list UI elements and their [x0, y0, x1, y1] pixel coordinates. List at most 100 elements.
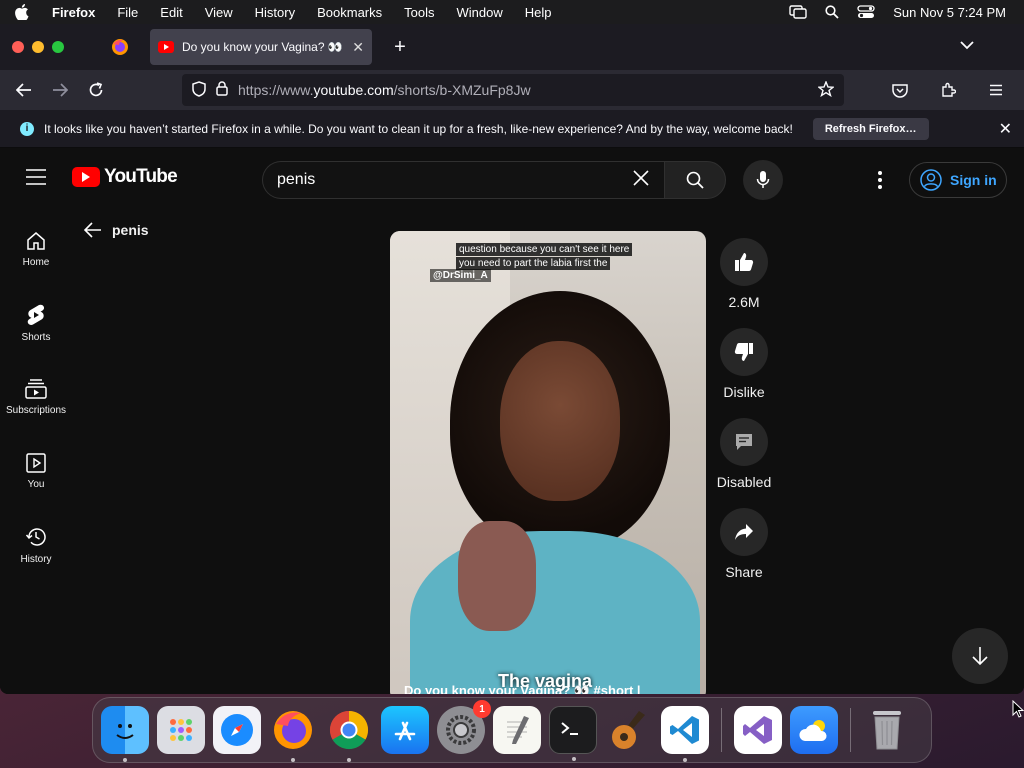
- firefox-view-icon[interactable]: [102, 29, 138, 65]
- dock-garageband-icon[interactable]: [605, 706, 653, 754]
- settings-more-icon[interactable]: [868, 168, 892, 192]
- dock-trash-icon[interactable]: [863, 706, 911, 754]
- url-bar[interactable]: https://www.youtube.com/shorts/b-XMZuFp8…: [182, 74, 844, 106]
- menu-bookmarks[interactable]: Bookmarks: [306, 5, 393, 20]
- running-indicator: [123, 758, 127, 762]
- search-button[interactable]: [664, 161, 726, 199]
- back-to-search-button[interactable]: penis: [84, 222, 149, 238]
- zoom-window-button[interactable]: [52, 41, 64, 53]
- menu-tools[interactable]: Tools: [393, 5, 445, 20]
- sign-in-button[interactable]: Sign in: [909, 162, 1007, 198]
- refresh-firefox-button[interactable]: Refresh Firefox…: [812, 117, 929, 140]
- clear-search-icon[interactable]: [632, 169, 650, 192]
- menu-history[interactable]: History: [244, 5, 306, 20]
- arrow-down-icon: [972, 647, 988, 666]
- forward-button[interactable]: [42, 74, 78, 106]
- dock-visual-studio-icon[interactable]: [734, 706, 782, 754]
- back-button[interactable]: [6, 74, 42, 106]
- minimize-window-button[interactable]: [32, 41, 44, 53]
- close-window-button[interactable]: [12, 41, 24, 53]
- macos-menu-bar: Firefox File Edit View History Bookmarks…: [0, 0, 1024, 24]
- url-domain: youtube.com: [313, 82, 394, 98]
- spotlight-search-icon[interactable]: [825, 5, 839, 19]
- dock-app-store-icon[interactable]: [381, 706, 429, 754]
- guide-label: Shorts: [21, 331, 51, 343]
- new-tab-button[interactable]: +: [386, 36, 414, 59]
- guide-item-you[interactable]: You: [0, 434, 72, 508]
- search-icon: [686, 171, 704, 189]
- pocket-icon[interactable]: [882, 74, 918, 106]
- notification-badge: 1: [473, 700, 491, 718]
- menu-edit[interactable]: Edit: [149, 5, 193, 20]
- reload-button[interactable]: [78, 74, 114, 106]
- guide-item-history[interactable]: History: [0, 508, 72, 582]
- tab-active[interactable]: Do you know your Vagina? 👀 # ✕: [150, 29, 372, 65]
- bookmark-star-icon[interactable]: [817, 79, 835, 100]
- apple-menu-icon[interactable]: [0, 4, 44, 20]
- dock-textedit-icon[interactable]: [493, 706, 541, 754]
- video-person-body: [410, 531, 700, 694]
- control-center-icon[interactable]: [857, 5, 875, 19]
- shorts-video-player[interactable]: question because you can't see it here y…: [390, 231, 706, 694]
- menu-clock[interactable]: Sun Nov 5 7:24 PM: [893, 5, 1006, 20]
- voice-search-button[interactable]: [743, 160, 783, 200]
- dock-launchpad-icon[interactable]: [157, 706, 205, 754]
- lock-icon[interactable]: [216, 81, 228, 99]
- dislike-button[interactable]: Dislike: [716, 328, 772, 400]
- dock-chrome-icon[interactable]: [325, 706, 373, 762]
- dock-system-settings-icon[interactable]: 1: [437, 700, 491, 754]
- comments-circle: [720, 418, 768, 466]
- dock-finder-icon[interactable]: [101, 706, 149, 762]
- dock-firefox-icon[interactable]: [269, 706, 317, 762]
- youtube-logo[interactable]: YouTube: [72, 166, 178, 188]
- like-button[interactable]: 2.6M: [716, 238, 772, 310]
- menu-view[interactable]: View: [194, 5, 244, 20]
- dock-terminal-icon[interactable]: [549, 706, 597, 761]
- thumbs-up-icon: [735, 253, 754, 271]
- guide-label: Home: [22, 256, 50, 268]
- menu-help[interactable]: Help: [514, 5, 563, 20]
- menu-file[interactable]: File: [106, 5, 149, 20]
- subscriptions-icon: [25, 378, 47, 399]
- tab-bar: Do you know your Vagina? 👀 # ✕ +: [0, 24, 1024, 70]
- video-creator-handle: @DrSimi_A: [430, 269, 491, 282]
- screen-mirroring-icon[interactable]: [789, 5, 807, 19]
- guide-label: History: [20, 553, 52, 565]
- arrow-left-icon: [84, 222, 101, 238]
- youtube-play-logo-icon: [72, 167, 100, 187]
- menu-app-name[interactable]: Firefox: [44, 5, 106, 20]
- info-icon: i: [20, 121, 34, 136]
- extensions-icon[interactable]: [930, 74, 966, 106]
- dock-vscode-icon[interactable]: [661, 706, 709, 762]
- sign-in-label: Sign in: [950, 172, 997, 188]
- url-text[interactable]: https://www.youtube.com/shorts/b-XMZuFp8…: [238, 82, 808, 98]
- share-icon: [735, 524, 753, 540]
- guide-label: You: [27, 478, 45, 490]
- search-input[interactable]: penis: [262, 161, 664, 199]
- app-menu-icon[interactable]: [978, 74, 1014, 106]
- back-label: penis: [112, 222, 149, 238]
- chevron-down-icon[interactable]: [960, 37, 974, 55]
- history-icon: [25, 527, 46, 546]
- search-query-text: penis: [277, 171, 316, 188]
- dock-safari-icon[interactable]: [213, 706, 261, 754]
- share-button[interactable]: Share: [716, 508, 772, 580]
- guide-menu-icon[interactable]: [26, 169, 46, 190]
- guide-item-shorts[interactable]: Shorts: [0, 286, 72, 360]
- notification-close-button[interactable]: ✕: [999, 119, 1012, 139]
- dock-weather-icon[interactable]: [790, 706, 838, 754]
- guide-item-home[interactable]: Home: [0, 212, 72, 286]
- running-indicator: [291, 758, 295, 762]
- video-title[interactable]: Do you know your Vagina? 👀 #short |: [404, 683, 641, 694]
- next-video-button[interactable]: [952, 628, 1008, 684]
- comments-button[interactable]: Disabled: [716, 418, 772, 490]
- tab-close-button[interactable]: ✕: [352, 39, 364, 56]
- share-label: Share: [725, 564, 763, 580]
- guide-item-subscriptions[interactable]: Subscriptions: [0, 360, 72, 434]
- tracking-protection-shield-icon[interactable]: [192, 80, 206, 100]
- running-indicator: [683, 758, 687, 762]
- dock-separator: [721, 708, 722, 752]
- running-indicator: [572, 757, 576, 761]
- menu-window[interactable]: Window: [446, 5, 514, 20]
- url-path: /shorts/b-XMZuFp8Jw: [393, 82, 531, 98]
